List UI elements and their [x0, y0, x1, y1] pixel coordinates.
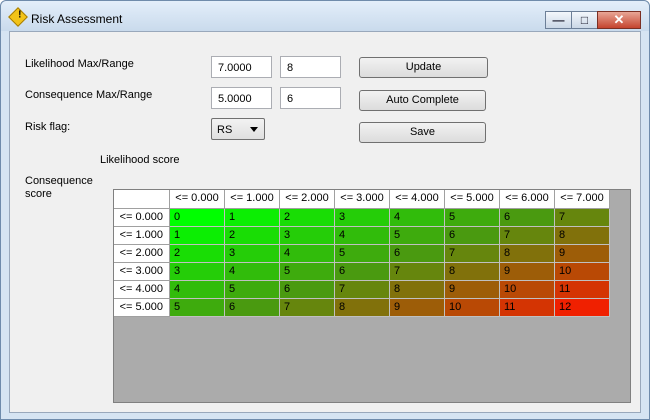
grid-cell[interactable]: 7 [500, 227, 555, 245]
grid-cell[interactable]: 6 [390, 245, 445, 263]
likelihood-max-input[interactable]: 7.0000 [211, 56, 272, 78]
client-area: Likelihood Max/Range 7.0000 8 Consequenc… [9, 31, 641, 413]
grid-cell[interactable]: 3 [225, 245, 280, 263]
consequence-label: Consequence Max/Range [25, 89, 153, 101]
likelihood-label: Likelihood Max/Range [25, 58, 134, 70]
grid-cell[interactable]: 7 [445, 245, 500, 263]
grid-cell[interactable]: 7 [335, 281, 390, 299]
grid-cell[interactable]: 9 [390, 299, 445, 317]
grid-cell[interactable]: 12 [555, 299, 610, 317]
grid-cell[interactable]: 8 [445, 263, 500, 281]
column-header[interactable]: <= 3.000 [335, 190, 390, 209]
grid-cell[interactable]: 5 [390, 227, 445, 245]
row-header[interactable]: <= 0.000 [114, 209, 170, 227]
grid-cell[interactable]: 5 [335, 245, 390, 263]
grid-cell[interactable]: 4 [225, 263, 280, 281]
grid-cell[interactable]: 10 [555, 263, 610, 281]
grid-cell[interactable]: 5 [170, 299, 225, 317]
grid-cell[interactable]: 6 [280, 281, 335, 299]
grid-cell[interactable]: 2 [225, 227, 280, 245]
row-header[interactable]: <= 3.000 [114, 263, 170, 281]
column-header[interactable]: <= 6.000 [500, 190, 555, 209]
row-header[interactable]: <= 5.000 [114, 299, 170, 317]
risk-flag-select[interactable]: RS [211, 118, 265, 140]
grid-cell[interactable]: 6 [225, 299, 280, 317]
column-header[interactable]: <= 0.000 [170, 190, 225, 209]
likelihood-range-input[interactable]: 8 [280, 56, 341, 78]
grid-cell[interactable]: 9 [500, 263, 555, 281]
close-button[interactable]: ✕ [597, 11, 641, 29]
grid-cell[interactable]: 10 [500, 281, 555, 299]
chevron-down-icon [250, 127, 258, 132]
risk-matrix-grid[interactable]: <= 0.000 <= 1.000 <= 2.000 <= 3.000 <= 4.000… [113, 189, 631, 403]
grid-cell[interactable]: 4 [390, 209, 445, 227]
minimize-button[interactable]: — [545, 11, 572, 29]
grid-cell[interactable]: 3 [170, 263, 225, 281]
grid-cell[interactable]: 8 [335, 299, 390, 317]
grid-corner-cell [114, 190, 170, 209]
grid-cell[interactable]: 8 [390, 281, 445, 299]
title-bar[interactable]: ! Risk Assessment — □ ✕ [1, 1, 649, 31]
grid-cell[interactable]: 4 [335, 227, 390, 245]
grid-cell[interactable]: 4 [170, 281, 225, 299]
likelihood-score-label: Likelihood score [100, 154, 180, 166]
grid-cell[interactable]: 7 [280, 299, 335, 317]
consequence-range-input[interactable]: 6 [280, 87, 341, 109]
column-header[interactable]: <= 7.000 [555, 190, 610, 209]
window-title: Risk Assessment [31, 12, 123, 26]
maximize-button[interactable]: □ [571, 11, 598, 29]
close-icon: ✕ [613, 12, 625, 27]
row-header[interactable]: <= 4.000 [114, 281, 170, 299]
grid-cell[interactable]: 0 [170, 209, 225, 227]
risk-flag-label: Risk flag: [25, 121, 71, 133]
grid-cell[interactable]: 5 [445, 209, 500, 227]
warning-icon: ! [8, 7, 28, 27]
grid-cell[interactable]: 11 [500, 299, 555, 317]
column-header[interactable]: <= 2.000 [280, 190, 335, 209]
column-header[interactable]: <= 4.000 [390, 190, 445, 209]
row-header[interactable]: <= 1.000 [114, 227, 170, 245]
auto-complete-button[interactable]: Auto Complete [359, 90, 486, 111]
grid-cell[interactable]: 6 [335, 263, 390, 281]
maximize-icon: □ [580, 13, 589, 27]
grid-cell[interactable]: 11 [555, 281, 610, 299]
grid-cell[interactable]: 3 [335, 209, 390, 227]
grid-cell[interactable]: 6 [445, 227, 500, 245]
update-button[interactable]: Update [359, 57, 488, 78]
consequence-max-input[interactable]: 5.0000 [211, 87, 272, 109]
minimize-icon: — [552, 13, 565, 27]
grid-cell[interactable]: 1 [225, 209, 280, 227]
risk-assessment-window: ! Risk Assessment — □ ✕ Likelihood Max/R… [0, 0, 650, 420]
grid-cell[interactable]: 3 [280, 227, 335, 245]
grid-cell[interactable]: 5 [280, 263, 335, 281]
column-header[interactable]: <= 5.000 [445, 190, 500, 209]
save-button[interactable]: Save [359, 122, 486, 143]
grid-cell[interactable]: 6 [500, 209, 555, 227]
grid-cell[interactable]: 7 [555, 209, 610, 227]
grid-cell[interactable]: 2 [280, 209, 335, 227]
row-header[interactable]: <= 2.000 [114, 245, 170, 263]
risk-flag-value: RS [217, 124, 233, 136]
grid-cell[interactable]: 1 [170, 227, 225, 245]
grid-cell[interactable]: 8 [500, 245, 555, 263]
grid-cell[interactable]: 5 [225, 281, 280, 299]
grid-cell[interactable]: 9 [555, 245, 610, 263]
grid-cell[interactable]: 4 [280, 245, 335, 263]
grid-cell[interactable]: 8 [555, 227, 610, 245]
column-header[interactable]: <= 1.000 [225, 190, 280, 209]
consequence-score-label: Consequence score [25, 175, 93, 200]
grid-cell[interactable]: 2 [170, 245, 225, 263]
grid-cell[interactable]: 9 [445, 281, 500, 299]
grid-cell[interactable]: 7 [390, 263, 445, 281]
grid-cell[interactable]: 10 [445, 299, 500, 317]
